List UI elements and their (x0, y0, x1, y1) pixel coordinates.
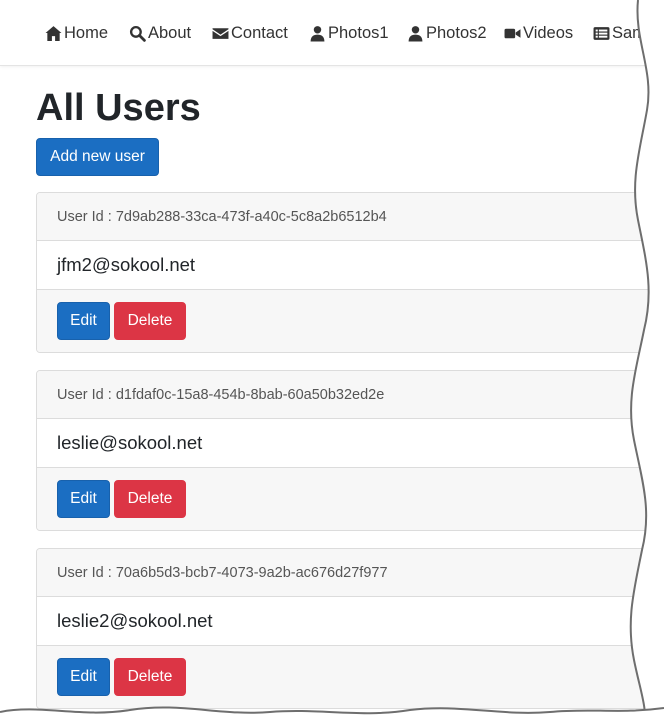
user-id-label: User Id : d1fdaf0c-15a8-454b-8bab-60a50b… (37, 371, 664, 419)
user-card-footer: Edit Delete (37, 290, 664, 352)
torn-edge-bottom (0, 706, 664, 728)
user-icon (408, 25, 423, 41)
user-card-footer: Edit Delete (37, 468, 664, 530)
nav-item-label: Videos (523, 23, 574, 42)
user-email: leslie@sokool.net (37, 419, 664, 468)
page-title: All Users (36, 87, 201, 129)
nav-item-about[interactable]: About (129, 22, 191, 44)
edit-button[interactable]: Edit (57, 480, 110, 518)
nav-item-videos[interactable]: Videos (504, 22, 573, 44)
torn-edge-right (629, 0, 664, 728)
user-email: jfm2@sokool.net (37, 241, 664, 290)
nav-item-photos2[interactable]: Photos2 (407, 22, 487, 44)
edit-button[interactable]: Edit (57, 658, 110, 696)
nav-item-contact[interactable]: Contact (212, 22, 288, 44)
envelope-icon (212, 27, 229, 39)
top-navbar: Home About Contact Photos1 Photos2 Video… (0, 0, 664, 66)
video-camera-icon (504, 28, 521, 38)
delete-button[interactable]: Delete (114, 302, 186, 340)
nav-item-photos1[interactable]: Photos1 (309, 22, 389, 44)
user-card: User Id : 70a6b5d3-bcb7-4073-9a2b-ac676d… (36, 548, 664, 709)
nav-item-label: About (148, 23, 192, 42)
nav-item-label: Home (64, 23, 109, 42)
delete-button[interactable]: Delete (114, 658, 186, 696)
nav-item-home[interactable]: Home (45, 22, 108, 44)
user-card: User Id : 7d9ab288-33ca-473f-a40c-5c8a2b… (36, 192, 664, 353)
user-email: leslie2@sokool.net (37, 597, 664, 646)
user-id-label: User Id : 70a6b5d3-bcb7-4073-9a2b-ac676d… (37, 549, 664, 597)
search-icon (129, 25, 146, 42)
home-icon (45, 25, 62, 41)
list-icon (593, 26, 610, 40)
nav-item-label: Photos2 (426, 23, 487, 42)
add-new-user-button[interactable]: Add new user (36, 138, 159, 176)
delete-button[interactable]: Delete (114, 480, 186, 518)
edit-button[interactable]: Edit (57, 302, 110, 340)
nav-item-label: Contact (231, 23, 288, 42)
user-icon (310, 25, 325, 41)
user-id-label: User Id : 7d9ab288-33ca-473f-a40c-5c8a2b… (37, 193, 664, 241)
user-card: User Id : d1fdaf0c-15a8-454b-8bab-60a50b… (36, 370, 664, 531)
nav-item-label: Photos1 (328, 23, 389, 42)
